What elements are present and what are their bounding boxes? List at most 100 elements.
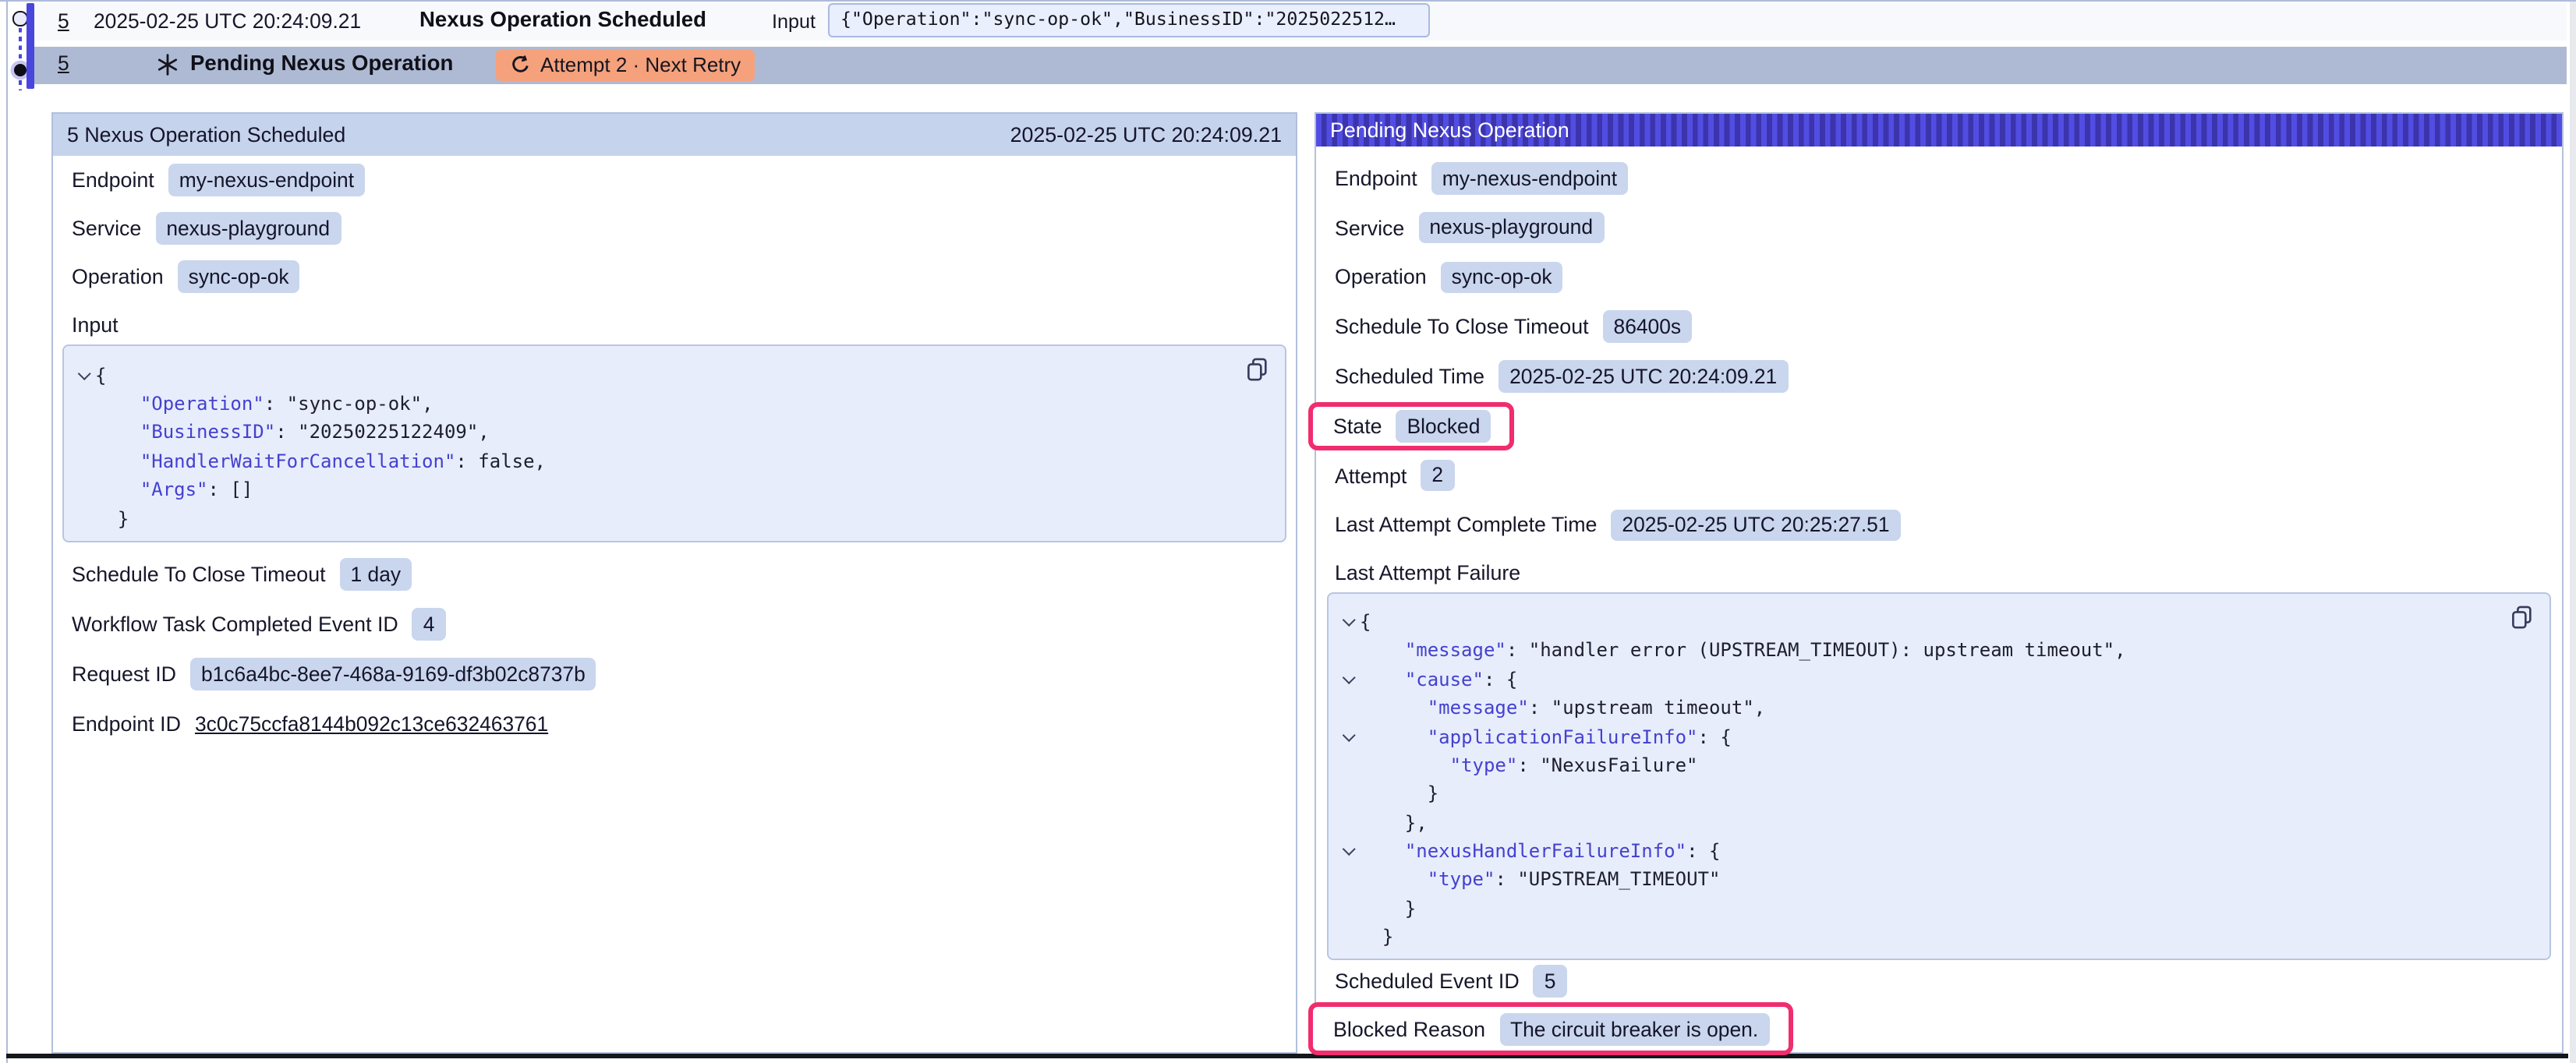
- code-line: }: [1336, 894, 2536, 923]
- panel-timestamp: 2025-02-25 UTC 20:24:09.21: [1010, 122, 1282, 146]
- field-value-chip: 86400s: [1603, 311, 1693, 343]
- code-text: }: [1360, 783, 1438, 805]
- code-line: {: [1336, 608, 2536, 637]
- selected-indicator-bar: [27, 2, 34, 89]
- endpoint-id-link[interactable]: 3c0c75ccfa8144b092c13ce632463761: [195, 712, 548, 736]
- field-endpoint-id: Endpoint ID 3c0c75ccfa8144b092c13ce63246…: [72, 699, 1277, 749]
- field-last-attempt-complete-time: Last Attempt Complete Time 2025-02-25 UT…: [1335, 500, 2542, 550]
- field-label: Service: [1335, 216, 1404, 239]
- copy-button[interactable]: [2510, 605, 2533, 630]
- collapse-chevron-icon[interactable]: [1342, 672, 1354, 684]
- field-value-chip: 2: [1421, 460, 1454, 492]
- field-value-chip: 2025-02-25 UTC 20:24:09.21: [1499, 360, 1788, 392]
- field-value-chip: sync-op-ok: [178, 260, 300, 292]
- failure-section-label: Last Attempt Failure: [1335, 550, 2542, 592]
- retry-icon: [510, 55, 531, 76]
- field-value-chip: sync-op-ok: [1441, 261, 1563, 293]
- event-input-preview: {"Operation":"sync-op-ok","BusinessID":"…: [828, 3, 1430, 37]
- code-line: "message": "handler error (UPSTREAM_TIME…: [1336, 636, 2536, 665]
- field-label: Schedule To Close Timeout: [72, 563, 326, 586]
- field-schedule-to-close-timeout: Schedule To Close Timeout 1 day: [72, 549, 1277, 599]
- field-value-chip: 2025-02-25 UTC 20:25:27.51: [1611, 509, 1900, 541]
- field-value-chip: 1 day: [340, 559, 412, 591]
- panel-title: 5 Nexus Operation Scheduled: [67, 122, 345, 146]
- field-label: Endpoint: [1335, 167, 1417, 190]
- field-label: State: [1333, 415, 1382, 438]
- field-scheduled-time: Scheduled Time 2025-02-25 UTC 20:24:09.2…: [1335, 351, 2542, 401]
- asterisk-icon: [156, 53, 179, 76]
- field-label: Service: [72, 217, 141, 240]
- event-row-pending[interactable]: 5 Pending Nexus Operation Attempt 2 · Ne…: [34, 46, 2567, 83]
- collapse-chevron-icon[interactable]: [1342, 729, 1354, 741]
- collapse-chevron-icon[interactable]: [1342, 843, 1354, 856]
- code-text: "cause": {: [1360, 668, 1517, 690]
- code-text: "Args": []: [95, 479, 253, 500]
- field-operation: Operation sync-op-ok: [72, 253, 1277, 301]
- field-label: Last Attempt Complete Time: [1335, 514, 1597, 537]
- field-request-id: Request ID b1c6a4bc-8ee7-468a-9169-df3b0…: [72, 649, 1277, 699]
- code-line: {: [72, 361, 1272, 390]
- code-line: "nexusHandlerFailureInfo": {: [1336, 837, 2536, 866]
- code-gutter: [1336, 676, 1360, 682]
- field-value-chip: nexus-playground: [155, 212, 341, 244]
- field-endpoint: Endpoint my-nexus-endpoint: [72, 156, 1277, 204]
- copy-button[interactable]: [1246, 358, 1269, 383]
- code-line: }: [72, 504, 1272, 533]
- attempt-badge-label: Attempt 2 · Next Retry: [540, 53, 741, 76]
- code-line: },: [1336, 808, 2536, 837]
- code-line: "Operation": "sync-op-ok",: [72, 390, 1272, 418]
- collapse-chevron-icon[interactable]: [77, 367, 90, 380]
- event-row-scheduled[interactable]: 5 2025-02-25 UTC 20:24:09.21 Nexus Opera…: [34, 3, 2567, 41]
- pending-panel-header: Pending Nexus Operation: [1316, 113, 2561, 147]
- event-id-link[interactable]: 5: [58, 52, 69, 76]
- code-text: "HandlerWaitForCancellation": false,: [95, 450, 546, 472]
- field-scheduled-event-id: Scheduled Event ID 5: [1335, 962, 2542, 1000]
- event-id-link[interactable]: 5: [58, 9, 69, 33]
- timeline-connector: [19, 27, 22, 90]
- left-border: [6, 0, 9, 1063]
- collapse-chevron-icon[interactable]: [1342, 614, 1354, 627]
- field-service: Service nexus-playground: [72, 204, 1277, 253]
- field-label: Scheduled Event ID: [1335, 969, 1520, 993]
- copy-icon: [2510, 605, 2533, 630]
- json-viewer-failure: { "message": "handler error (UPSTREAM_TI…: [1327, 592, 2550, 961]
- field-label: Operation: [1335, 266, 1427, 289]
- scheduled-panel-header: 5 Nexus Operation Scheduled 2025-02-25 U…: [53, 113, 1296, 156]
- field-endpoint: Endpoint my-nexus-endpoint: [1335, 154, 2542, 203]
- pending-event-title: Pending Nexus Operation: [190, 51, 453, 74]
- field-value-chip: 5: [1534, 965, 1567, 997]
- code-text: "BusinessID": "20250225122409",: [95, 422, 490, 443]
- field-label: Blocked Reason: [1333, 1018, 1485, 1041]
- code-text: "message": "handler error (UPSTREAM_TIME…: [1360, 640, 2126, 662]
- field-schedule-to-close-timeout: Schedule To Close Timeout 86400s: [1335, 302, 2542, 352]
- field-label: Endpoint: [72, 168, 154, 192]
- pending-operation-panel: Pending Nexus Operation Endpoint my-nexu…: [1315, 111, 2563, 1054]
- input-section-label: Input: [72, 301, 1277, 345]
- code-line: "cause": {: [1336, 665, 2536, 694]
- code-gutter: [1336, 849, 1360, 854]
- code-gutter: [1336, 619, 1360, 624]
- code-line: "HandlerWaitForCancellation": false,: [72, 447, 1272, 475]
- scrollbar-track[interactable]: [2571, 2, 2576, 1063]
- code-text: }: [1360, 898, 1416, 920]
- field-blocked-reason: Blocked Reason The circuit breaker is op…: [1335, 1005, 2542, 1054]
- code-text: }: [1360, 927, 1393, 948]
- field-service: Service nexus-playground: [1335, 203, 2542, 253]
- scheduled-event-panel: 5 Nexus Operation Scheduled 2025-02-25 U…: [51, 111, 1297, 1054]
- field-label: Operation: [72, 265, 164, 288]
- field-value-chip: b1c6a4bc-8ee7-468a-9169-df3b02c8737b: [190, 659, 596, 690]
- code-line: "type": "UPSTREAM_TIMEOUT": [1336, 866, 2536, 895]
- field-label: Workflow Task Completed Event ID: [72, 613, 398, 636]
- field-value-chip: my-nexus-endpoint: [1431, 162, 1628, 194]
- code-text: "type": "UPSTREAM_TIMEOUT": [1360, 869, 1720, 891]
- bottom-divider: [6, 1054, 2568, 1058]
- field-label: Request ID: [72, 662, 176, 686]
- field-value-chip: nexus-playground: [1418, 212, 1604, 244]
- top-border: [0, 0, 2576, 2]
- code-text: "message": "upstream timeout",: [1360, 697, 1765, 719]
- field-workflow-task-completed-event-id: Workflow Task Completed Event ID 4: [72, 599, 1277, 649]
- event-title: Nexus Operation Scheduled: [419, 9, 706, 32]
- field-label: Attempt: [1335, 464, 1407, 487]
- blocked-reason-value-chip: The circuit breaker is open.: [1499, 1013, 1769, 1045]
- code-text: "type": "NexusFailure": [1360, 754, 1698, 776]
